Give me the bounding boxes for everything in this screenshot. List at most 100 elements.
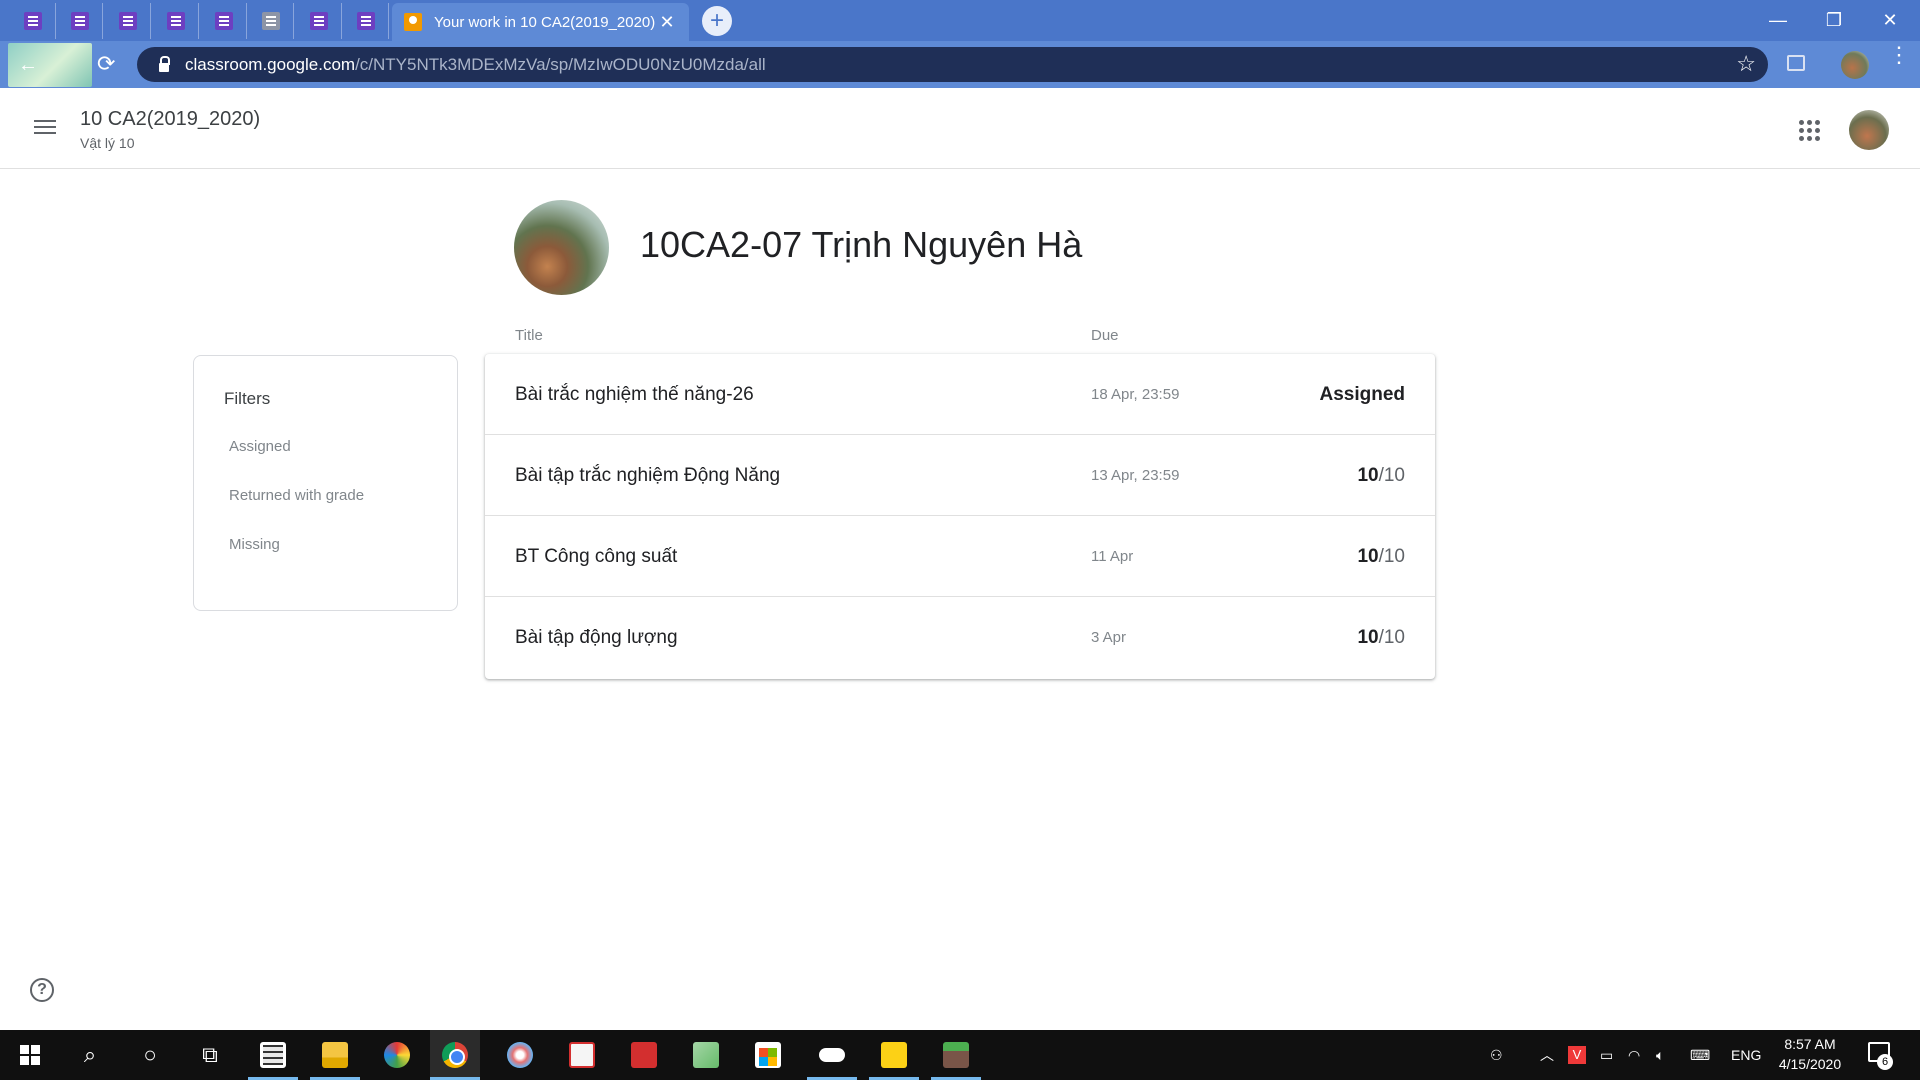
onedrive-icon[interactable] (807, 1030, 857, 1080)
cloud-glyph (819, 1048, 845, 1062)
active-tab[interactable]: Your work in 10 CA2(2019_2020) ✕ (392, 3, 689, 41)
task-view-icon[interactable]: ⧉ (185, 1030, 235, 1080)
work-item[interactable]: Bài tập động lượng 3 Apr 10/10 (485, 597, 1435, 678)
grade-total: /10 (1378, 465, 1405, 486)
minimize-button[interactable]: — (1758, 6, 1798, 34)
work-grade: 10/10 (1357, 627, 1405, 649)
classroom-header: 10 CA2(2019_2020) Vật lý 10 (0, 88, 1920, 169)
google-forms-icon (23, 12, 42, 30)
bookmark-star-icon[interactable]: ☆ (1736, 51, 1756, 77)
store-glyph (755, 1042, 781, 1068)
keyboard-icon[interactable]: ⌨ (1690, 1030, 1710, 1080)
help-icon[interactable]: ? (30, 978, 54, 1002)
snipping-tool-icon[interactable] (557, 1030, 607, 1080)
work-grade: 10/10 (1357, 546, 1405, 568)
google-forms-gray-icon (261, 12, 280, 30)
work-item[interactable]: Bài tập trắc nghiệm Động Năng 13 Apr, 23… (485, 435, 1435, 516)
palette-glyph (384, 1042, 410, 1068)
restore-button[interactable]: ❐ (1814, 6, 1854, 34)
work-title: Bài trắc nghiệm thế năng-26 (515, 384, 754, 405)
browser-tabstrip: Your work in 10 CA2(2019_2020) ✕ + — ❐ ✕ (0, 0, 1920, 41)
vivaldi-tray-icon[interactable]: V (1568, 1030, 1586, 1080)
work-status: Assigned (1319, 384, 1405, 405)
browser-menu-icon[interactable]: ⋮ (1888, 44, 1910, 66)
new-tab-button[interactable]: + (702, 6, 732, 36)
column-header-due: Due (1091, 327, 1119, 344)
main-menu-icon[interactable] (34, 120, 56, 122)
work-due: 3 Apr (1091, 629, 1127, 646)
back-icon[interactable]: ← (18, 54, 38, 77)
grade-total: /10 (1378, 546, 1405, 567)
grade-score: 10 (1357, 546, 1379, 567)
address-bar[interactable]: classroom.google.com/c/NTY5NTk3MDExMzVa/… (137, 47, 1768, 82)
battery-icon[interactable]: ▭ (1600, 1030, 1613, 1080)
pinned-tab[interactable] (105, 3, 151, 39)
filters-title: Filters (224, 389, 271, 408)
clock-time: 8:57 AM (1784, 1036, 1836, 1052)
google-forms-icon (70, 12, 89, 30)
tray-overflow-icon[interactable]: ︿ (1540, 1030, 1554, 1080)
calculator-glyph (260, 1042, 286, 1068)
clock-date: 4/15/2020 (1778, 1056, 1842, 1072)
start-button[interactable] (5, 1030, 55, 1080)
folder-glyph (322, 1042, 348, 1068)
grass-block-glyph (943, 1042, 969, 1068)
work-title: BT Công công suất (515, 546, 678, 567)
language-indicator[interactable]: ENG (1731, 1030, 1761, 1080)
paint-icon[interactable] (372, 1030, 422, 1080)
search-icon[interactable]: ⌕ (65, 1030, 115, 1080)
work-title: Bài tập trắc nghiệm Động Năng (515, 465, 781, 486)
reload-icon[interactable]: ⟳ (97, 51, 115, 77)
work-due: 11 Apr (1091, 548, 1134, 565)
work-item[interactable]: BT Công công suất 11 Apr 10/10 (485, 516, 1435, 597)
class-subject: Vật lý 10 (80, 135, 135, 151)
google-classroom-icon (404, 13, 422, 31)
pinned-tab[interactable] (248, 3, 294, 39)
profile-avatar[interactable] (1841, 51, 1869, 79)
pinned-tab[interactable] (10, 3, 56, 39)
store-icon[interactable] (743, 1030, 793, 1080)
url-text: classroom.google.com/c/NTY5NTk3MDExMzVa/… (185, 55, 766, 75)
pinned-tab[interactable] (153, 3, 199, 39)
wifi-icon[interactable]: ◠ (1628, 1030, 1640, 1080)
sticky-notes-icon[interactable] (869, 1030, 919, 1080)
grade-total: /10 (1378, 627, 1405, 648)
taskbar: ⌕ ○ ⧉ ⚇ ︿ V ▭ ◠ 🔈︎ ⌨ ENG 8:57 AM 4/15/20… (0, 1030, 1920, 1080)
tab-title: Your work in 10 CA2(2019_2020) (434, 13, 656, 31)
work-grade: 10/10 (1357, 465, 1405, 487)
paint-3d-icon[interactable] (495, 1030, 545, 1080)
notepad-plus-icon[interactable] (681, 1030, 731, 1080)
filter-missing[interactable]: Missing (229, 536, 280, 553)
file-explorer-icon[interactable] (310, 1030, 360, 1080)
extension-icon[interactable] (1787, 55, 1805, 71)
filters-panel: Filters Assigned Returned with grade Mis… (193, 355, 458, 611)
cortana-icon[interactable]: ○ (125, 1030, 175, 1080)
pinned-tab[interactable] (201, 3, 247, 39)
tab-close-icon[interactable]: ✕ (657, 12, 677, 33)
filter-assigned[interactable]: Assigned (229, 438, 291, 455)
people-icon[interactable]: ⚇ (1490, 1030, 1503, 1080)
filter-returned-with-grade[interactable]: Returned with grade (229, 487, 364, 504)
work-list: Bài trắc nghiệm thế năng-26 18 Apr, 23:5… (485, 354, 1435, 679)
tp-glyph (631, 1042, 657, 1068)
class-title[interactable]: 10 CA2(2019_2020) (80, 108, 260, 131)
chrome-icon[interactable] (430, 1030, 480, 1080)
close-window-button[interactable]: ✕ (1870, 6, 1910, 34)
lock-icon (159, 55, 170, 72)
work-item[interactable]: Bài trắc nghiệm thế năng-26 18 Apr, 23:5… (485, 354, 1435, 435)
volume-icon[interactable]: 🔈︎ (1656, 1030, 1664, 1080)
scissors-glyph (569, 1042, 595, 1068)
notepad-glyph (693, 1042, 719, 1068)
minecraft-icon[interactable] (931, 1030, 981, 1080)
clock[interactable]: 8:57 AM 4/15/2020 (1765, 1034, 1855, 1074)
column-header-title: Title (515, 327, 543, 344)
account-avatar[interactable] (1849, 110, 1889, 150)
google-apps-icon[interactable] (1799, 120, 1821, 142)
pinned-tab[interactable] (343, 3, 389, 39)
calculator-icon[interactable] (248, 1030, 298, 1080)
pinned-tab[interactable] (57, 3, 103, 39)
pinned-tab[interactable] (296, 3, 342, 39)
sticky-note-glyph (881, 1042, 907, 1068)
windows-icon (20, 1045, 40, 1065)
tp-app-icon[interactable] (619, 1030, 669, 1080)
